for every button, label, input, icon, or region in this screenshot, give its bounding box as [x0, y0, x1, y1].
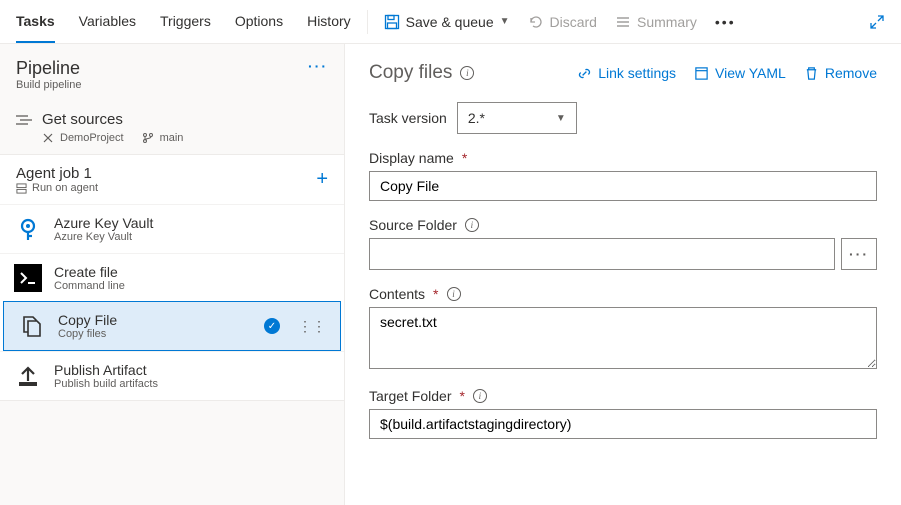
panel-title: Copy filesi — [369, 62, 474, 84]
agent-job-header[interactable]: Agent job 1 Run on agent + — [0, 155, 344, 204]
upload-icon — [14, 362, 42, 390]
chevron-down-icon: ▼ — [500, 16, 510, 27]
link-settings-button[interactable]: Link settings — [577, 65, 676, 81]
required-icon: * — [459, 388, 464, 404]
pipeline-more-button[interactable]: ··· — [308, 58, 328, 74]
pipeline-header[interactable]: Pipeline Build pipeline ··· — [0, 44, 344, 101]
yaml-icon — [694, 66, 709, 81]
target-folder-input[interactable] — [369, 409, 877, 439]
task-copy-file[interactable]: Copy FileCopy files ✓ ⋮⋮ — [3, 301, 341, 351]
required-icon: * — [433, 286, 438, 302]
save-and-queue-button[interactable]: Save & queue ▼ — [384, 14, 510, 30]
save-label: Save & queue — [406, 14, 494, 30]
get-sources[interactable]: Get sources DemoProject main — [0, 101, 344, 154]
pipeline-subtitle: Build pipeline — [16, 79, 81, 91]
more-actions-button[interactable]: ••• — [715, 14, 736, 30]
browse-button[interactable]: ··· — [841, 238, 877, 270]
display-name-label: Display name — [369, 150, 454, 166]
tab-history[interactable]: History — [307, 0, 351, 43]
contents-label: Contents — [369, 286, 425, 302]
job-title: Agent job 1 — [16, 165, 98, 182]
copy-icon — [18, 312, 46, 340]
tab-tasks[interactable]: Tasks — [16, 0, 55, 43]
task-subtitle: Command line — [54, 280, 125, 292]
keyvault-icon — [14, 215, 42, 243]
discard-button: Discard — [528, 14, 597, 30]
tab-triggers[interactable]: Triggers — [160, 0, 211, 43]
repo-icon — [42, 132, 54, 144]
summary-label: Summary — [637, 14, 697, 30]
add-task-button[interactable]: + — [316, 168, 328, 191]
list-icon — [615, 14, 631, 30]
summary-button: Summary — [615, 14, 697, 30]
contents-input[interactable] — [369, 307, 877, 369]
info-icon[interactable]: i — [465, 218, 479, 232]
task-version-select[interactable]: 2.*▼ — [457, 102, 577, 134]
task-publish-artifact[interactable]: Publish ArtifactPublish build artifacts — [0, 351, 344, 400]
task-subtitle: Publish build artifacts — [54, 378, 158, 390]
terminal-icon — [14, 264, 42, 292]
task-title: Publish Artifact — [54, 362, 158, 378]
required-icon: * — [462, 150, 467, 166]
task-title: Create file — [54, 264, 125, 280]
divider — [367, 10, 368, 34]
source-folder-input[interactable] — [369, 238, 835, 270]
info-icon[interactable]: i — [473, 389, 487, 403]
repo-name: DemoProject — [60, 132, 124, 144]
undo-icon — [528, 14, 544, 30]
pipeline-title: Pipeline — [16, 58, 81, 79]
branch-icon — [142, 132, 154, 144]
info-icon[interactable]: i — [447, 287, 461, 301]
remove-button[interactable]: Remove — [804, 65, 877, 81]
drag-handle-icon[interactable]: ⋮⋮ — [298, 324, 326, 328]
job-subtitle: Run on agent — [32, 182, 98, 194]
target-folder-label: Target Folder — [369, 388, 451, 404]
tab-options[interactable]: Options — [235, 0, 283, 43]
source-folder-label: Source Folder — [369, 217, 457, 233]
server-icon — [16, 183, 27, 194]
view-yaml-button[interactable]: View YAML — [694, 65, 786, 81]
trash-icon — [804, 66, 819, 81]
branch-name: main — [160, 132, 184, 144]
task-title: Azure Key Vault — [54, 215, 153, 231]
task-subtitle: Copy files — [58, 328, 117, 340]
info-icon[interactable]: i — [460, 66, 474, 80]
discard-label: Discard — [550, 14, 597, 30]
save-icon — [384, 14, 400, 30]
expand-icon[interactable] — [869, 14, 885, 30]
link-icon — [577, 66, 592, 81]
sources-icon — [16, 114, 32, 126]
task-subtitle: Azure Key Vault — [54, 231, 153, 243]
task-version-label: Task version — [369, 110, 447, 126]
chevron-down-icon: ▼ — [556, 113, 566, 124]
display-name-input[interactable] — [369, 171, 877, 201]
task-title: Copy File — [58, 312, 117, 328]
selected-check-icon: ✓ — [264, 318, 280, 334]
task-create-file[interactable]: Create fileCommand line — [0, 253, 344, 302]
task-azure-key-vault[interactable]: Azure Key VaultAzure Key Vault — [0, 204, 344, 253]
get-sources-label: Get sources — [42, 111, 123, 128]
tab-variables[interactable]: Variables — [79, 0, 136, 43]
